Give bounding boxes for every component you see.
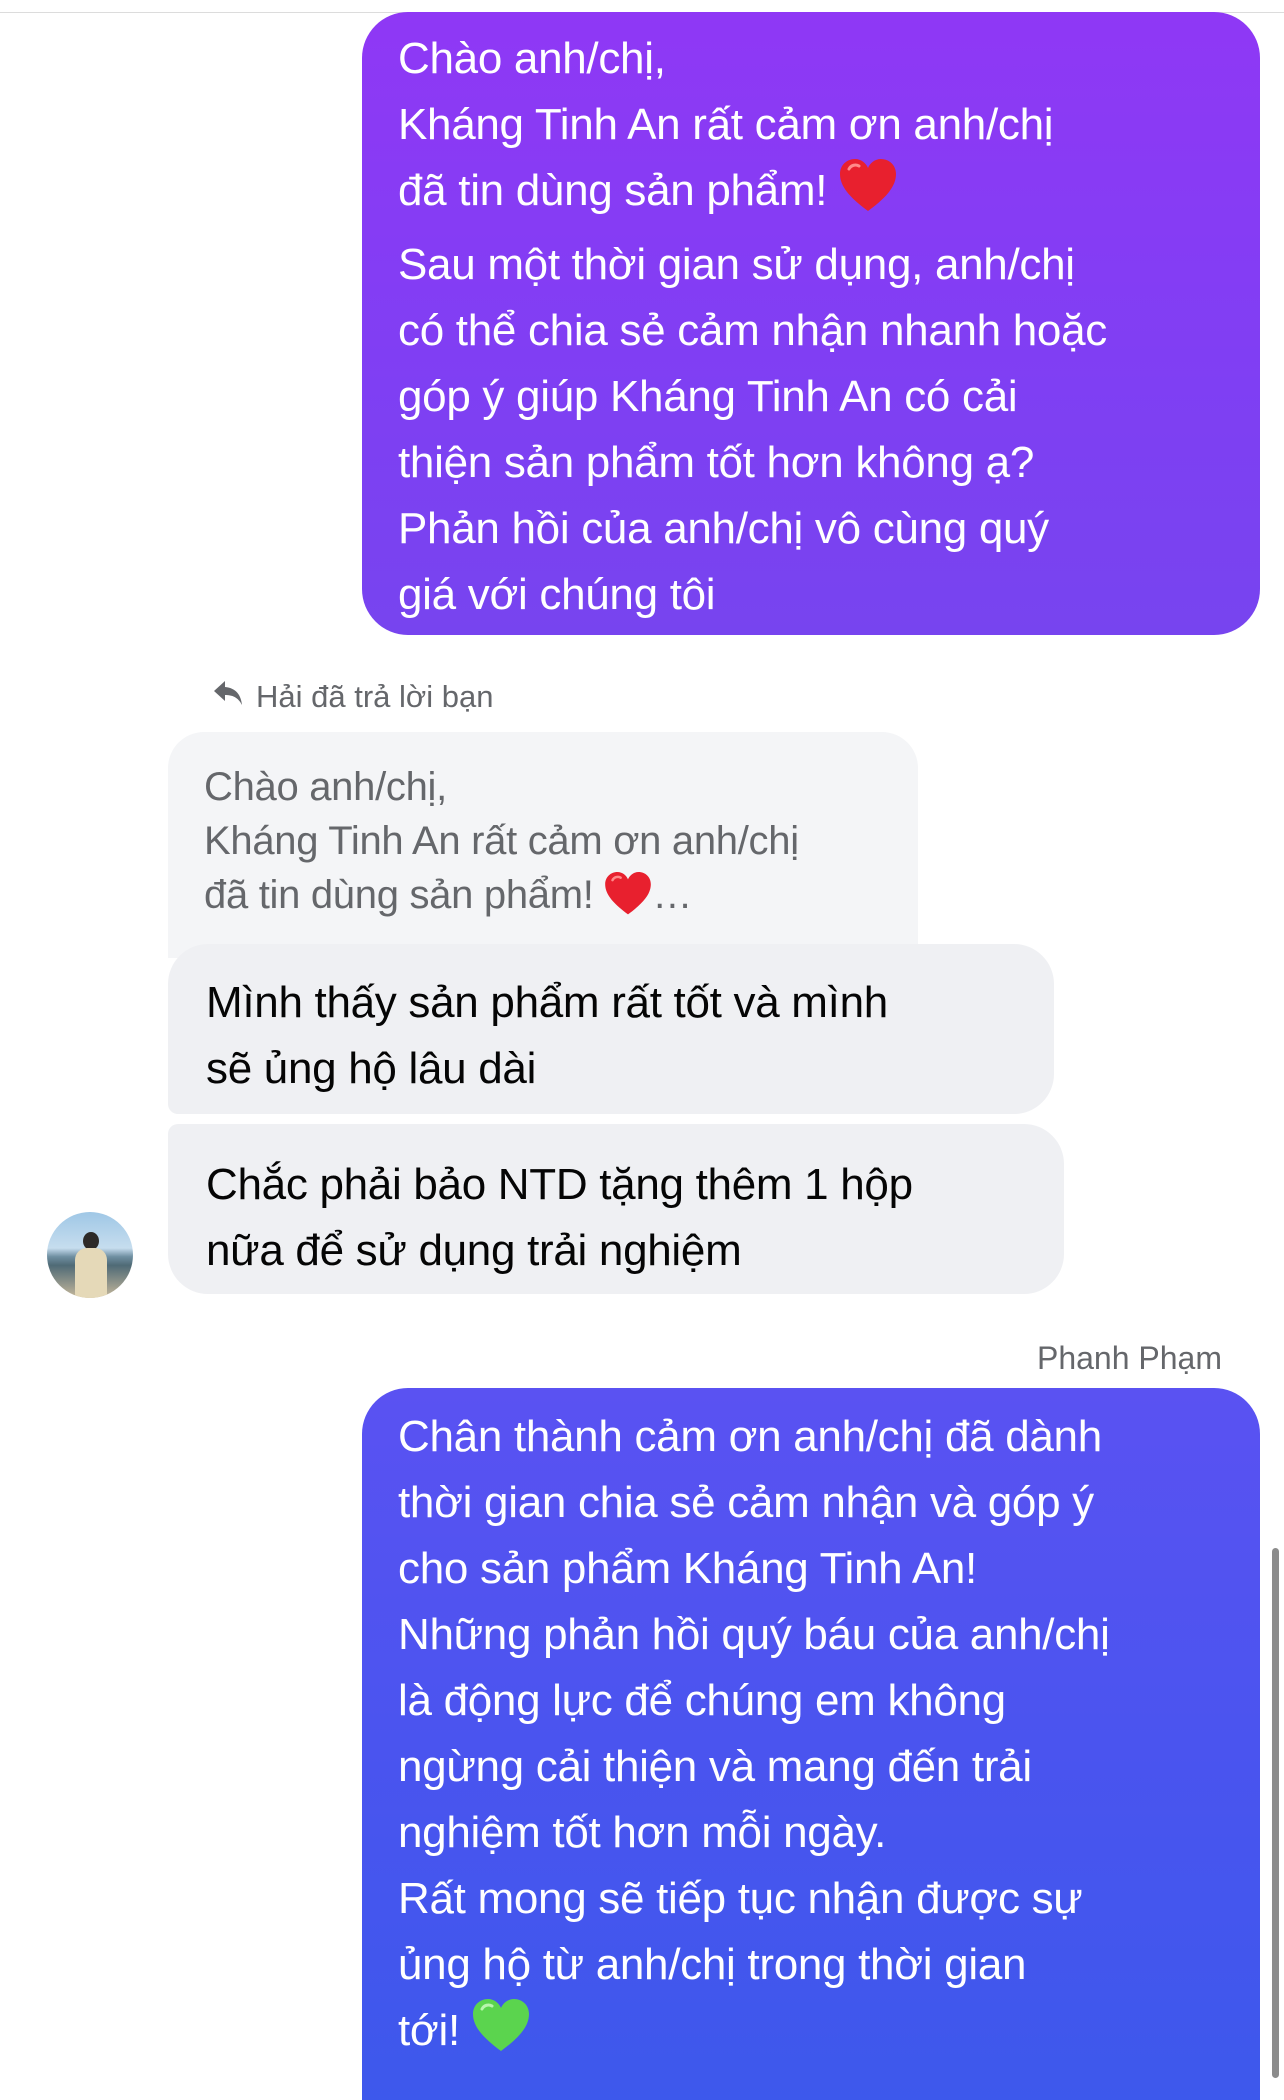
message-line: Sau một thời gian sử dụng, anh/chị [398, 240, 1075, 289]
message-line: thiện sản phẩm tốt hơn không ạ? [398, 438, 1035, 487]
reply-indicator-text: Hải đã trả lời bạn [256, 679, 494, 714]
message-line: ngừng cải thiện và mang đến trải [398, 1742, 1032, 1791]
message-line: ủng hộ từ anh/chị trong thời gian [398, 1940, 1027, 1989]
message-line: nữa để sử dụng trải nghiệm [206, 1226, 742, 1275]
message-line: Kháng Tinh An rất cảm ơn anh/chị [398, 100, 1054, 149]
message-line: có thể chia sẻ cảm nhận nhanh hoặc [398, 306, 1107, 355]
avatar[interactable] [47, 1212, 133, 1298]
message-line: Mình thấy sản phẩm rất tốt và mình [206, 978, 888, 1027]
message-line: Phản hồi của anh/chị vô cùng quý [398, 504, 1049, 553]
red-heart-icon [604, 872, 652, 930]
outgoing-message-bubble[interactable]: Chào anh/chị, Kháng Tinh An rất cảm ơn a… [362, 12, 1260, 635]
message-line: Rất mong sẽ tiếp tục nhận được sự [398, 1874, 1083, 1923]
message-line: Chân thành cảm ơn anh/chị đã dành [398, 1412, 1102, 1461]
incoming-message-bubble[interactable]: Mình thấy sản phẩm rất tốt và mình sẽ ủn… [168, 944, 1054, 1114]
message-line: Chắc phải bảo NTD tặng thêm 1 hộp [206, 1160, 913, 1209]
avatar-body [75, 1248, 107, 1298]
reply-indicator: Hải đã trả lời bạn [212, 676, 493, 718]
message-line: Những phản hồi quý báu của anh/chị [398, 1610, 1110, 1659]
red-heart-icon [839, 159, 897, 232]
message-line: thời gian chia sẻ cảm nhận và góp ý [398, 1478, 1094, 1527]
quoted-ellipsis: … [652, 873, 693, 917]
quoted-line: Kháng Tinh An rất cảm ơn anh/chị [204, 819, 799, 863]
message-line: sẽ ủng hộ lâu dài [206, 1044, 537, 1093]
message-line: góp ý giúp Kháng Tinh An có cải [398, 372, 1018, 421]
scrollbar[interactable] [1272, 1548, 1279, 2078]
quoted-line: Chào anh/chị, [204, 765, 447, 809]
quoted-line: đã tin dùng sản phẩm! [204, 873, 594, 917]
message-line: cho sản phẩm Kháng Tinh An! [398, 1544, 977, 1593]
message-line: tới! [398, 2006, 460, 2055]
outgoing-message-bubble[interactable]: Chân thành cảm ơn anh/chị đã dành thời g… [362, 1388, 1260, 2100]
message-line: giá với chúng tôi [398, 570, 716, 619]
reply-arrow-icon [212, 679, 256, 715]
sender-name: Phanh Phạm [1036, 1340, 1222, 1376]
incoming-message-bubble[interactable]: Chắc phải bảo NTD tặng thêm 1 hộp nữa để… [168, 1124, 1064, 1294]
message-line: Chào anh/chị, [398, 34, 666, 83]
quoted-message-preview[interactable]: Chào anh/chị, Kháng Tinh An rất cảm ơn a… [168, 732, 918, 958]
green-heart-icon [472, 1999, 530, 2072]
message-line: nghiệm tốt hơn mỗi ngày. [398, 1808, 886, 1857]
message-line: đã tin dùng sản phẩm! [398, 166, 828, 215]
message-line: là động lực để chúng em không [398, 1676, 1006, 1725]
